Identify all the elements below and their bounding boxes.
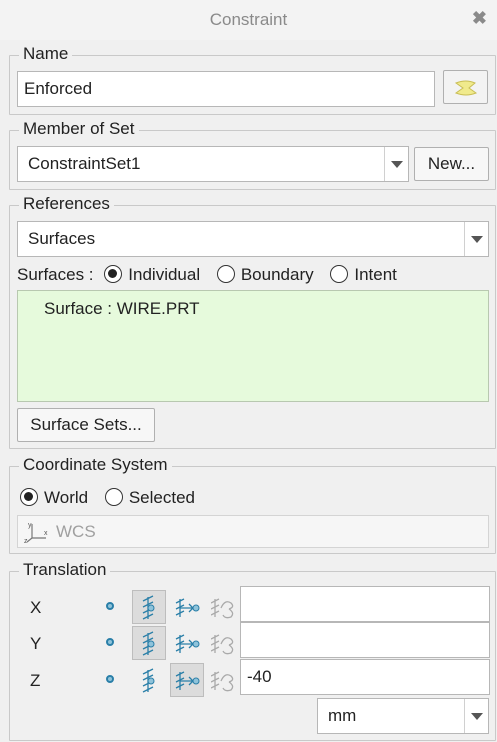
window-title: Constraint	[209, 10, 288, 29]
axis-label-y: Y	[30, 634, 42, 653]
chevron-down-icon	[384, 147, 408, 181]
prescribed-button-y[interactable]	[170, 626, 204, 660]
appearance-icon	[454, 80, 478, 96]
chevron-down-icon	[464, 222, 488, 256]
radio-individual[interactable]	[104, 265, 123, 283]
radio-boundary-label: Boundary	[240, 265, 314, 284]
svg-text:x: x	[44, 530, 48, 537]
radio-individual-label: Individual	[128, 265, 201, 284]
free-constraint-icon	[142, 668, 155, 693]
constraint-set-value: ConstraintSet1	[28, 154, 141, 173]
free-button-x[interactable]	[132, 590, 166, 624]
svg-text:y: y	[28, 522, 32, 529]
prescribed-constraint-icon	[175, 598, 200, 617]
svg-text:z: z	[24, 538, 28, 544]
radio-selected-label: Selected	[128, 488, 195, 507]
units-value: mm	[328, 706, 357, 725]
csys-icon: y x z	[24, 522, 48, 544]
translation-row-z: Z -40	[10, 659, 490, 697]
prescribed-constraint-icon	[175, 634, 200, 653]
reference-type-dropdown[interactable]: Surfaces	[17, 221, 489, 257]
translation-value-z[interactable]: -40	[240, 659, 490, 695]
fixed-constraint-icon	[211, 634, 234, 655]
title-bar: Constraint ✖	[0, 0, 497, 40]
axis-label-z: Z	[30, 671, 41, 690]
surfaces-list[interactable]: Surface : WIRE.PRT	[17, 290, 489, 402]
translation-row-x: X	[10, 586, 490, 624]
free-constraint-icon	[142, 631, 155, 656]
fixed-button-y[interactable]	[206, 626, 240, 660]
surface-sets-button[interactable]: Surface Sets...	[17, 408, 155, 442]
fixed-button-x[interactable]	[206, 590, 240, 624]
prescribed-constraint-icon	[175, 671, 200, 690]
axis-label-x: X	[30, 598, 42, 617]
free-dot-icon	[106, 602, 114, 610]
fixed-constraint-icon	[211, 671, 234, 692]
prescribed-button-z[interactable]	[170, 663, 204, 697]
surfaces-mode-label: Surfaces :	[17, 265, 94, 284]
radio-boundary[interactable]	[216, 265, 235, 283]
free-button-y[interactable]	[132, 626, 166, 660]
radio-selected[interactable]	[104, 488, 123, 506]
appearance-button[interactable]	[443, 70, 488, 104]
csys-field[interactable]: y x z WCS	[17, 515, 489, 548]
surfaces-mode-radios: Surfaces : Individual Boundary Intent	[17, 265, 409, 285]
new-set-button[interactable]: New...	[414, 147, 489, 181]
radio-world-label: World	[44, 488, 89, 507]
coord-radios: World Selected	[20, 488, 207, 508]
chevron-down-icon	[464, 699, 488, 733]
radio-intent[interactable]	[330, 265, 349, 283]
translation-row-y: Y	[10, 622, 490, 660]
coordinate-system-legend: Coordinate System	[19, 455, 172, 475]
translation-legend: Translation	[19, 560, 111, 580]
free-constraint-icon	[142, 595, 155, 620]
fixed-constraint-icon	[211, 598, 234, 619]
name-field[interactable]: Enforced	[17, 71, 435, 107]
radio-world[interactable]	[20, 488, 38, 506]
reference-type-value: Surfaces	[28, 229, 96, 248]
free-dot-icon	[106, 638, 114, 646]
translation-value-x[interactable]	[240, 586, 490, 622]
radio-intent-label: Intent	[354, 265, 397, 284]
free-dot-icon	[106, 675, 114, 683]
csys-value: WCS	[56, 522, 96, 541]
close-icon[interactable]: ✖	[472, 8, 487, 29]
translation-value-y[interactable]	[240, 622, 490, 658]
fixed-button-z[interactable]	[206, 663, 240, 697]
units-dropdown[interactable]: mm	[317, 698, 489, 734]
references-legend: References	[19, 194, 114, 214]
list-item[interactable]: Surface : WIRE.PRT	[44, 299, 200, 319]
prescribed-button-x[interactable]	[170, 590, 204, 624]
member-of-set-legend: Member of Set	[19, 119, 139, 139]
name-legend: Name	[19, 44, 73, 64]
free-button-z[interactable]	[132, 663, 166, 697]
constraint-set-dropdown[interactable]: ConstraintSet1	[17, 146, 409, 182]
